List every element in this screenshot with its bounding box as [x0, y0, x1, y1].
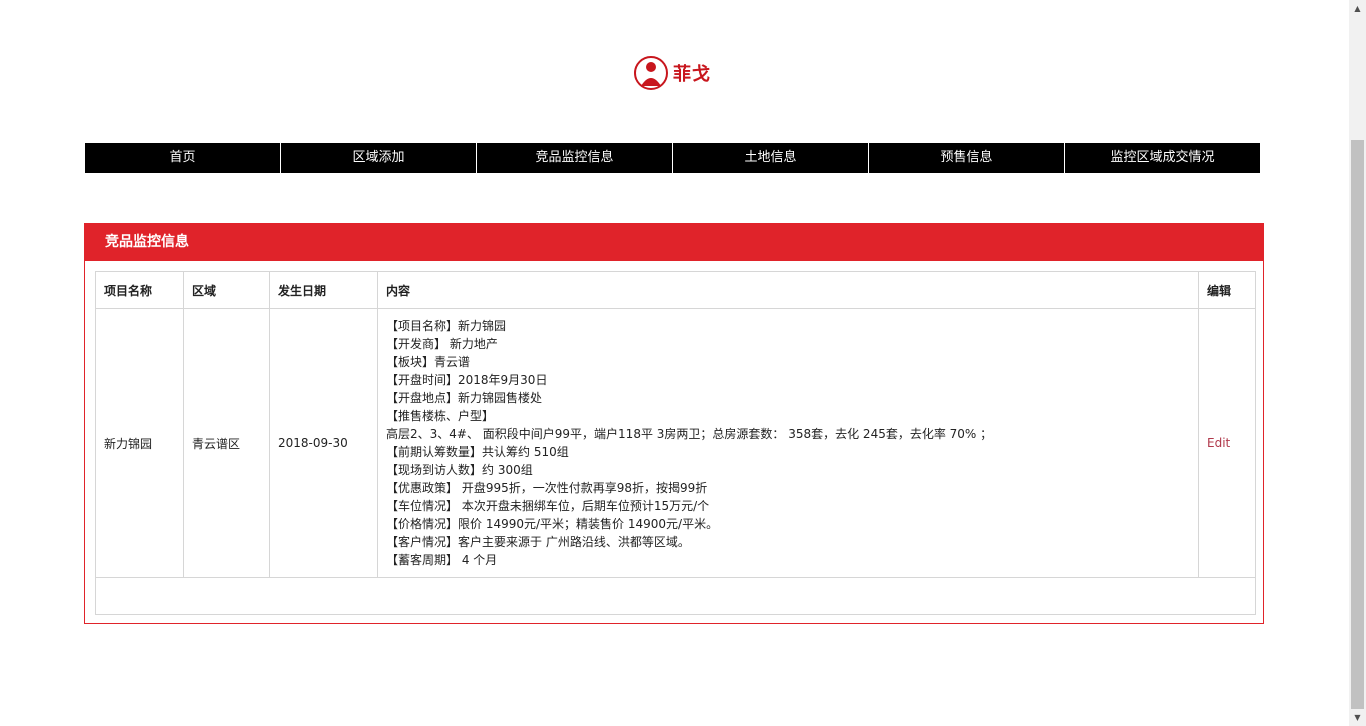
content-line: 【推售楼栋、户型】 — [386, 409, 495, 423]
edit-link[interactable]: Edit — [1207, 436, 1230, 450]
column-header-content: 内容 — [377, 271, 1199, 309]
main-nav: 首页 区域添加 竞品监控信息 土地信息 预售信息 监控区域成交情况 — [85, 143, 1260, 173]
cell-edit: Edit — [1198, 308, 1256, 578]
content-line: 【客户情况】客户主要来源于 广州路沿线、洪都等区域。 — [386, 535, 690, 549]
nav-item-region-deals[interactable]: 监控区域成交情况 — [1065, 143, 1260, 173]
logo-text: 菲戈 — [673, 64, 711, 85]
nav-item-presale-info[interactable]: 预售信息 — [869, 143, 1065, 173]
nav-item-land-info[interactable]: 土地信息 — [673, 143, 869, 173]
cell-project: 新力锦园 — [95, 308, 184, 578]
content-line: 【开发商】 新力地产 — [386, 337, 498, 351]
content-line: 【开盘地点】新力锦园售楼处 — [386, 391, 543, 405]
content-line: 【现场到访人数】约 300组 — [386, 463, 533, 477]
scrollbar-thumb[interactable] — [1351, 140, 1364, 710]
competitor-monitor-panel: 竞品监控信息 项目名称 区域 发生日期 内容 编辑 新力锦园 青云谱区 2018… — [84, 223, 1264, 624]
content-line: 【项目名称】新力锦园 — [386, 319, 507, 333]
panel-title: 竞品监控信息 — [85, 224, 1263, 261]
nav-item-home[interactable]: 首页 — [85, 143, 281, 173]
table-row: 新力锦园 青云谱区 2018-09-30 【项目名称】新力锦园 【开发商】 新力… — [95, 308, 1256, 578]
logo-emblem-icon — [634, 56, 668, 90]
brand-logo: 菲戈 — [633, 53, 723, 93]
empty-cell — [95, 577, 1256, 615]
content-line: 【前期认筹数量】共认筹约 510组 — [386, 445, 569, 459]
cell-date: 2018-09-30 — [269, 308, 378, 578]
column-header-region: 区域 — [183, 271, 270, 309]
scroll-down-arrow-icon[interactable]: ▼ — [1349, 709, 1366, 726]
content-line: 【价格情况】限价 14990元/平米；精装售价 14900元/平米。 — [386, 517, 719, 531]
table-header-row: 项目名称 区域 发生日期 内容 编辑 — [95, 271, 1256, 309]
vertical-scrollbar[interactable]: ▲ ▼ — [1349, 0, 1366, 726]
nav-item-competitor-monitor[interactable]: 竞品监控信息 — [477, 143, 673, 173]
column-header-edit: 编辑 — [1198, 271, 1256, 309]
column-header-project: 项目名称 — [95, 271, 184, 309]
empty-row — [95, 577, 1256, 615]
content-line: 高层2、3、4#、 面积段中间户99平，端户118平 3房两卫；总房源套数： 3… — [386, 427, 993, 441]
content-line: 【优惠政策】 开盘995折，一次性付款再享98折，按揭99折 — [386, 481, 708, 495]
content-line: 【车位情况】 本次开盘未捆绑车位，后期车位预计15万元/个 — [386, 499, 710, 513]
column-header-date: 发生日期 — [269, 271, 378, 309]
scroll-up-arrow-icon[interactable]: ▲ — [1349, 0, 1366, 17]
content-line: 【蓄客周期】 4 个月 — [386, 553, 498, 567]
content-line: 【开盘时间】2018年9月30日 — [386, 373, 548, 387]
cell-content: 【项目名称】新力锦园 【开发商】 新力地产 【板块】青云谱 【开盘时间】2018… — [377, 308, 1199, 578]
nav-item-region-add[interactable]: 区域添加 — [281, 143, 477, 173]
content-line: 【板块】青云谱 — [386, 355, 471, 369]
cell-region: 青云谱区 — [183, 308, 270, 578]
monitor-table: 项目名称 区域 发生日期 内容 编辑 新力锦园 青云谱区 2018-09-30 … — [95, 271, 1256, 615]
